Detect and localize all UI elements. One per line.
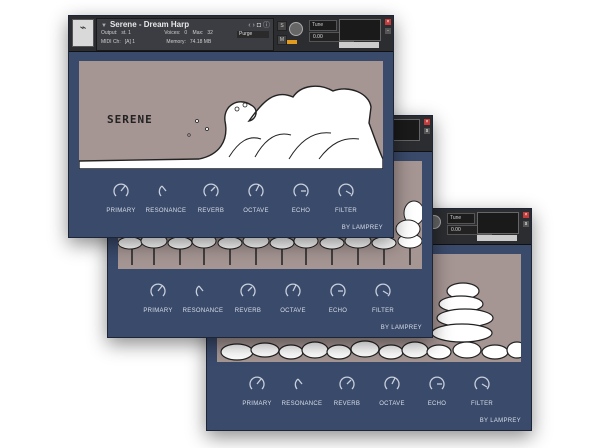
solo-icon[interactable]: S [277, 21, 287, 31]
pan-slider[interactable] [339, 42, 379, 48]
header-icons: ‹ › ◘ ⓘ [248, 20, 270, 30]
credit-text: BY LAMPREY [479, 418, 521, 424]
kontakt-header: ⌁ ▼ Serene - Dream Harp ‹ › ◘ ⓘ Output: st… [69, 16, 393, 52]
max-label: Max: [192, 30, 204, 36]
knob-row: PRIMARY RESONANCE REVERB OCTAVE ECHO FIL… [69, 176, 393, 216]
knob-icon [248, 183, 264, 197]
purge-dropdown[interactable]: Purge [237, 31, 269, 38]
credit-text: BY LAMPREY [341, 225, 383, 231]
level-meter [339, 19, 381, 41]
output-row: Output: st. 1 Voices: 0 Max: 32 [101, 30, 217, 36]
instrument-name: Serene - Dream Harp [109, 20, 190, 29]
collapse-arrow-icon[interactable]: ▼ [101, 23, 107, 29]
memory-label: Memory: [166, 39, 186, 45]
knob-icon [285, 283, 301, 297]
tune-label: Tune [447, 213, 475, 224]
next-arrow-icon[interactable]: › [253, 22, 255, 29]
filter-knob[interactable]: FILTER [452, 375, 512, 407]
info-icon[interactable]: ⓘ [263, 22, 270, 29]
knob-label: FILTER [334, 208, 358, 214]
knob-icon [474, 376, 490, 390]
midi-label: MIDI Ch: [101, 39, 121, 45]
knob-icon [293, 183, 309, 197]
instrument-logo[interactable]: ⌁ [72, 19, 94, 47]
level-meter [477, 212, 519, 234]
knob-label: FILTER [470, 401, 494, 407]
close-icon[interactable]: × [523, 212, 529, 218]
knob-row: PRIMARY RESONANCE REVERB OCTAVE ECHO FIL… [108, 276, 432, 316]
close-icon[interactable]: × [385, 19, 391, 25]
filter-knob[interactable]: FILTER [316, 182, 376, 214]
minimize-icon[interactable]: - [385, 28, 391, 34]
memory-value: 74.18 MB [189, 39, 212, 45]
output-value[interactable]: st. 1 [121, 30, 130, 36]
midi-value[interactable]: [A] 1 [125, 39, 135, 45]
knob-icon [338, 183, 354, 197]
instrument-info-panel: ▼ Serene - Dream Harp ‹ › ◘ ⓘ Output: st. … [96, 18, 297, 51]
art-title: SERENE [107, 113, 153, 126]
knob-icon [339, 376, 355, 390]
voices-value: 0 [184, 30, 188, 36]
tune-knob[interactable] [289, 22, 303, 36]
prev-arrow-icon[interactable]: ‹ [248, 22, 250, 29]
knob-icon [384, 376, 400, 390]
voices-label: Voices: [164, 30, 181, 36]
plugin-window-1: ⌁ ▼ Serene - Dream Harp ‹ › ◘ ⓘ Output: st… [68, 15, 394, 238]
tune-label: Tune [309, 20, 337, 31]
wave-illustration: SERENE [79, 85, 383, 169]
knob-icon [294, 378, 303, 390]
pan-slider[interactable] [477, 235, 517, 241]
solo-icon[interactable]: s [523, 221, 529, 227]
knob-icon [240, 283, 256, 297]
knob-icon [150, 283, 166, 297]
knob-icon [195, 285, 204, 297]
knob-label: FILTER [371, 308, 395, 314]
close-icon[interactable]: × [424, 119, 430, 125]
knob-icon [330, 283, 346, 297]
knob-icon [375, 283, 391, 297]
max-value[interactable]: 32 [207, 30, 213, 36]
output-label: Output: [101, 30, 118, 36]
knob-icon [429, 376, 445, 390]
instrument-title[interactable]: ▼ Serene - Dream Harp [101, 20, 189, 29]
camera-icon[interactable]: ◘ [257, 22, 261, 29]
artwork-panel: SERENE [79, 61, 383, 169]
credit-text: BY LAMPREY [380, 325, 422, 331]
knob-icon [203, 183, 219, 197]
knob-row: PRIMARY RESONANCE REVERB OCTAVE ECHO FIL… [207, 369, 531, 409]
harp-icon: ⌁ [79, 22, 87, 34]
knob-icon [158, 185, 167, 197]
mute-icon[interactable]: M [277, 35, 287, 45]
knob-icon [113, 183, 129, 197]
filter-knob[interactable]: FILTER [353, 282, 413, 314]
knob-icon [249, 376, 265, 390]
solo-icon[interactable]: s [424, 128, 430, 134]
midi-row: MIDI Ch: [A] 1 Memory: 74.18 MB [101, 39, 215, 45]
